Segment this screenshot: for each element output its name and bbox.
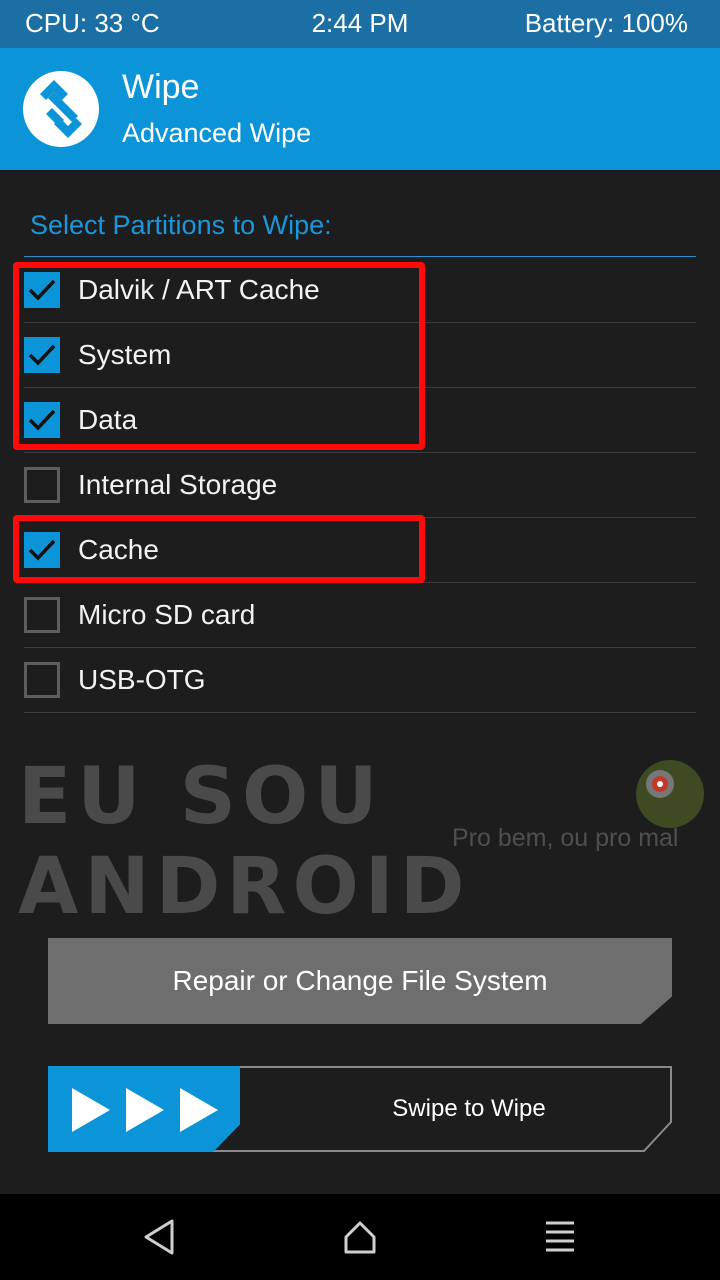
highlight-annotation [13,262,425,450]
checkbox-unchecked[interactable] [24,597,60,633]
header: Wipe Advanced Wipe [0,48,720,170]
section-title: Select Partitions to Wipe: [30,210,332,240]
android-mascot-icon [636,760,704,828]
back-triangle-icon[interactable] [140,1217,180,1257]
slider-handle[interactable] [48,1066,240,1152]
partition-label: Internal Storage [78,469,278,500]
twrp-logo-icon [23,71,99,147]
page-title: Wipe [122,68,200,106]
checkbox-unchecked[interactable] [24,467,60,503]
status-bar: CPU: 33 °C 2:44 PM Battery: 100% [0,0,720,48]
swipe-label: Swipe to Wipe [392,1095,546,1122]
checkbox-unchecked[interactable] [24,662,60,698]
highlight-annotation [13,515,425,583]
partition-item-internal-storage[interactable]: Internal Storage [24,453,696,518]
partition-item-usb-otg[interactable]: USB-OTG [24,648,696,713]
triple-arrow-icon [72,1088,218,1132]
page-subtitle: Advanced Wipe [122,118,312,148]
twrp-advanced-wipe-screen: CPU: 33 °C 2:44 PM Battery: 100% Wipe Ad… [0,0,720,1280]
partition-item-micro-sd-card[interactable]: Micro SD card [24,583,696,648]
navigation-bar [0,1194,720,1280]
watermark: EU SOU ANDROID Pro bem, ou pro mal [18,752,708,932]
partition-label: Micro SD card [78,599,256,630]
repair-filesystem-button[interactable]: Repair or Change File System [48,938,672,1024]
menu-icon[interactable] [540,1217,580,1257]
battery-status: Battery: 100% [524,8,688,38]
partition-label: USB-OTG [78,664,206,695]
home-icon[interactable] [340,1217,380,1257]
section-divider [24,256,696,257]
swipe-to-wipe-slider[interactable]: Swipe to Wipe [48,1066,672,1152]
